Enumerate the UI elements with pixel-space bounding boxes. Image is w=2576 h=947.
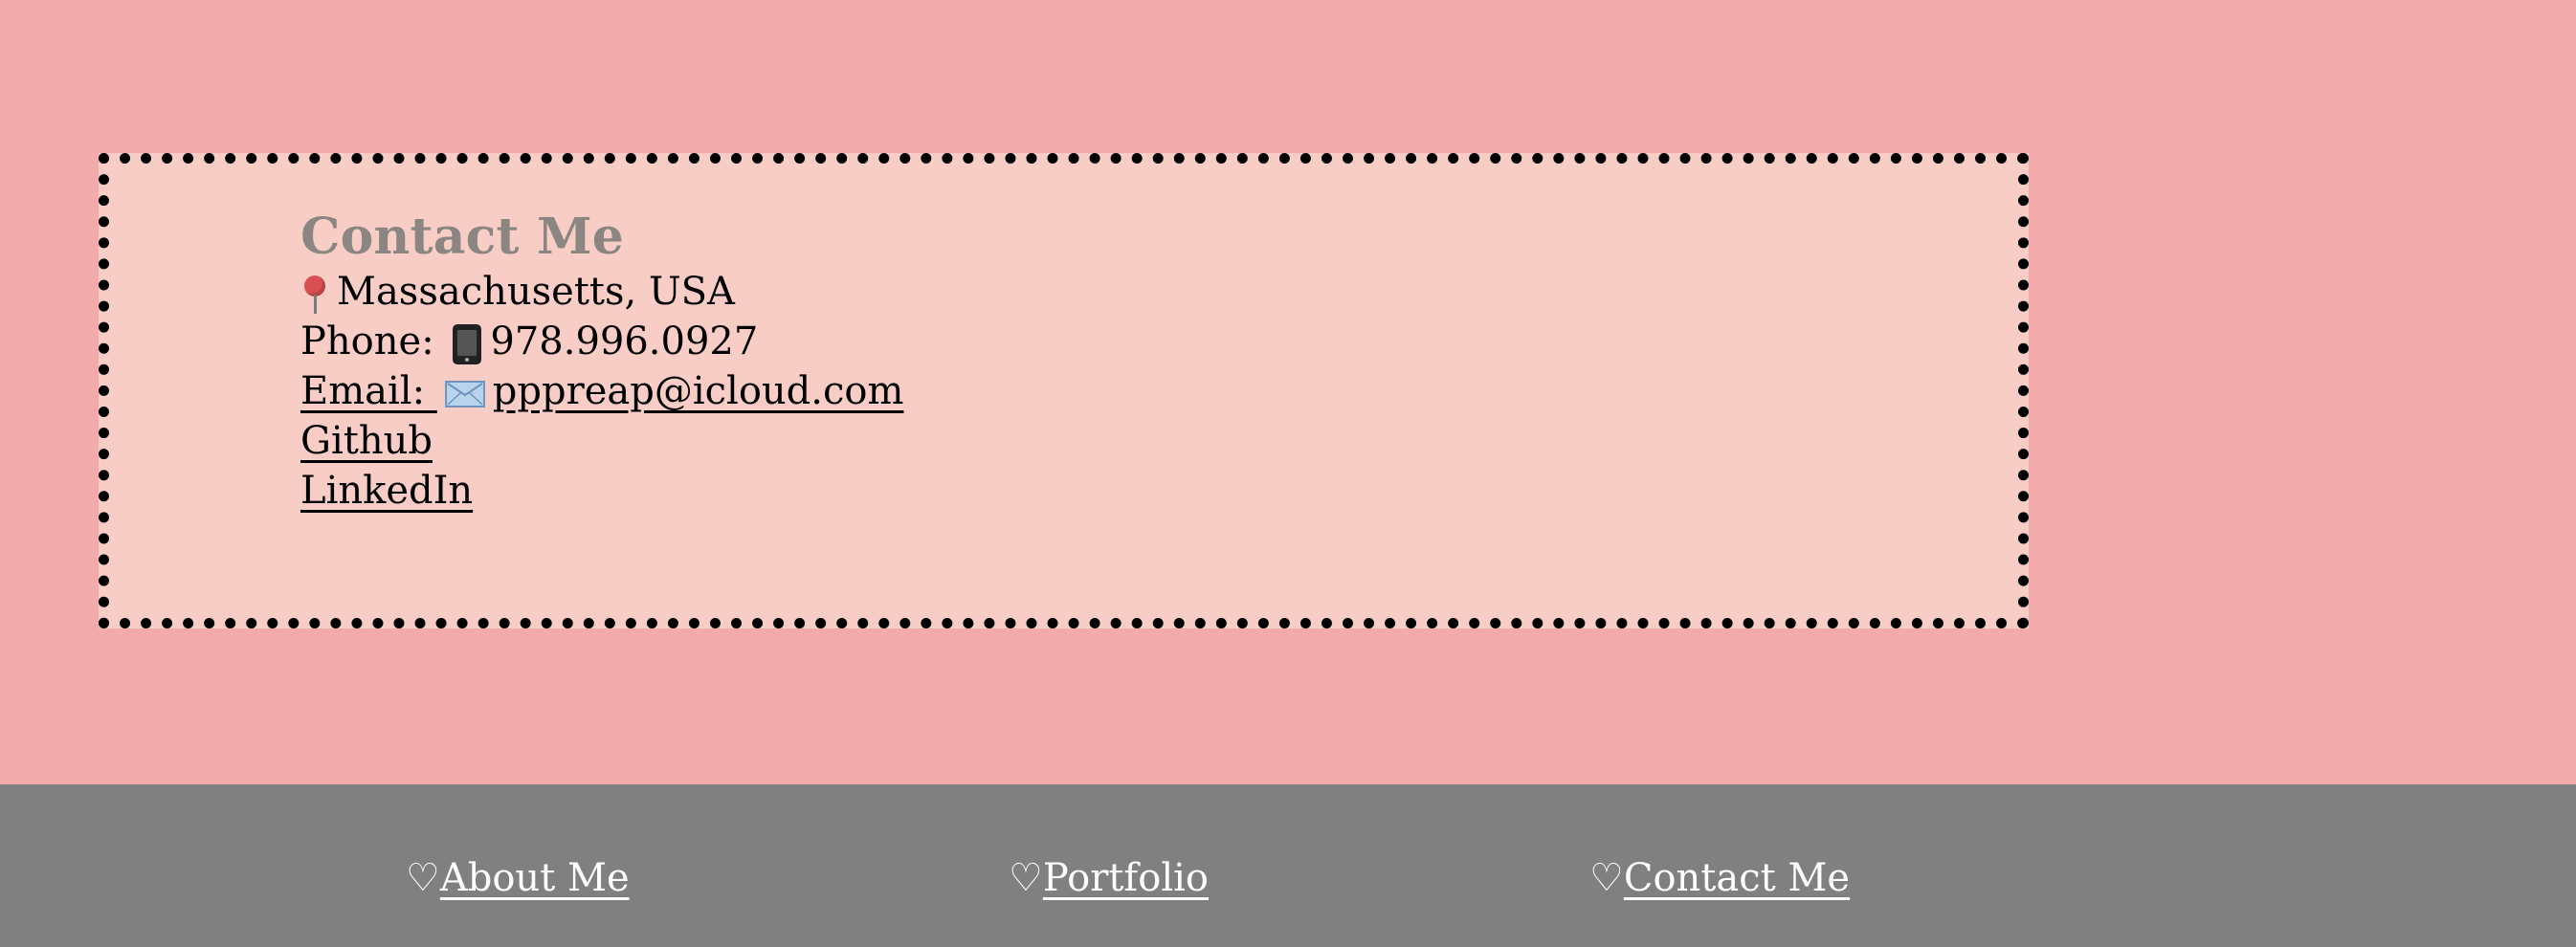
phone-prefix: Phone: [300,319,447,363]
linkedin-link[interactable]: LinkedIn [300,466,1449,516]
heart-icon: ♡ [406,856,440,900]
location-line: Massachusetts, USA [300,267,1449,317]
contact-title: Contact Me [300,208,625,266]
contact-card: Contact Me Massachusetts, USA Phone: 978… [99,153,2029,628]
heart-icon: ♡ [1009,856,1043,900]
email-prefix: Email: [300,369,437,413]
phone-line: Phone: 978.996.0927 [300,317,1449,366]
footer-navigation: ♡About Me ♡Portfolio ♡Contact Me [0,784,2576,947]
location-pin-icon [300,275,329,314]
github-link[interactable]: Github [300,416,1449,466]
footer-link-label: Contact Me [1623,856,1851,900]
footer-link-contact-me[interactable]: ♡Contact Me [1589,853,1850,903]
heart-icon: ♡ [1589,856,1624,900]
footer-link-label: About Me [439,856,630,900]
envelope-icon [444,381,485,407]
email-link[interactable]: Email: pppreap@icloud.com [300,366,1449,416]
main-content-area: Contact Me Massachusetts, USA Phone: 978… [0,0,2576,784]
contact-content: Contact Me Massachusetts, USA Phone: 978… [300,208,1449,516]
email-address: pppreap@icloud.com [492,369,904,413]
mobile-phone-icon [453,324,482,364]
footer-link-label: Portfolio [1042,856,1209,900]
footer-link-about-me[interactable]: ♡About Me [406,853,630,903]
phone-number: 978.996.0927 [490,319,759,363]
footer-link-portfolio[interactable]: ♡Portfolio [1009,853,1209,903]
location-text: Massachusetts, USA [337,270,735,314]
